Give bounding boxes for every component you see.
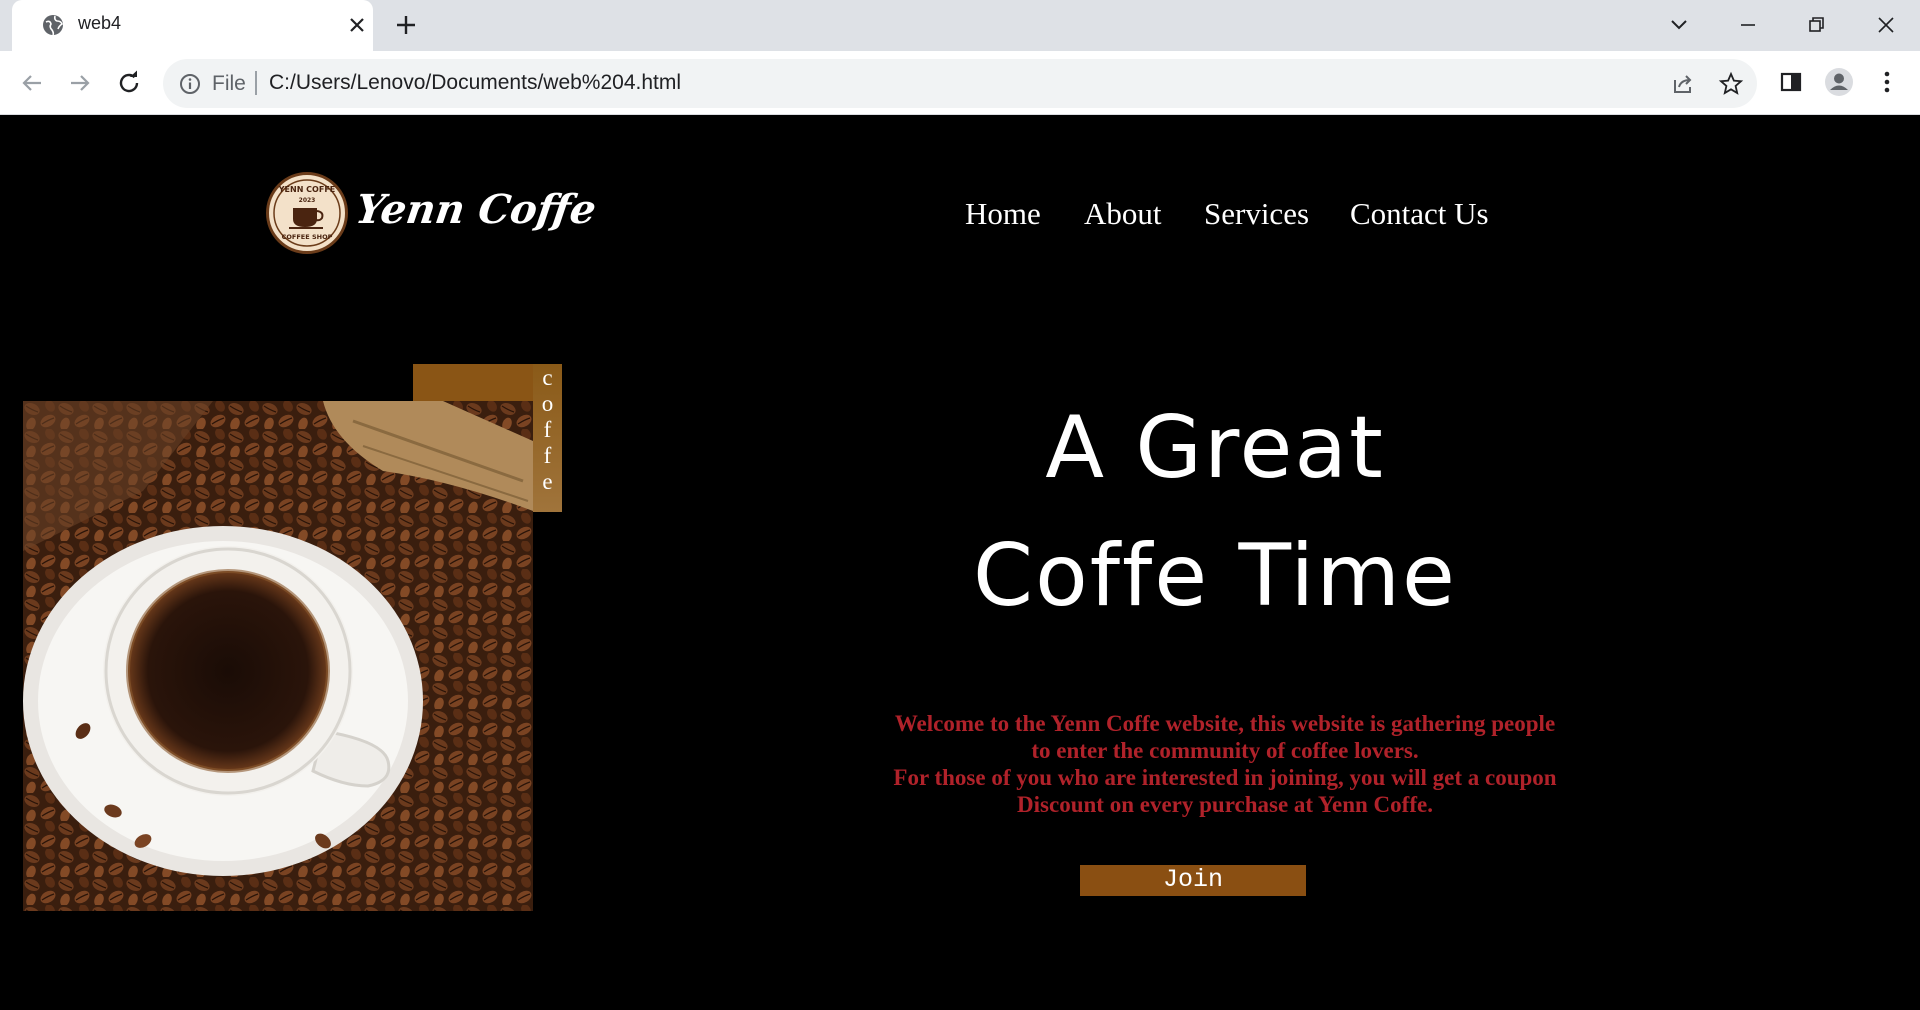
tab-title: web4 [78,13,122,33]
bookmark-star-icon[interactable] [1718,71,1744,97]
browser-tab[interactable]: web4 [12,0,373,51]
browser-tab-bar: web4 [0,0,1920,51]
tab-search-icon[interactable] [1664,10,1694,40]
coffee-cup-photo [23,401,533,911]
browser-toolbar: File C:/Users/Lenovo/Documents/web%204.h… [0,51,1920,115]
forward-arrow-icon[interactable] [64,67,96,99]
share-icon[interactable] [1670,71,1696,97]
logo-badge-year: 2023 [299,197,316,204]
nav-contact-us[interactable]: Contact Us [1350,196,1489,232]
nav-home[interactable]: Home [965,196,1041,232]
side-tag-letter: f [543,417,552,442]
join-button[interactable]: Join [1080,865,1306,896]
minimize-icon[interactable] [1733,10,1763,40]
close-window-icon[interactable] [1871,10,1901,40]
side-tag-letter: o [541,391,554,416]
file-scheme-label: File [212,72,246,95]
nav-services[interactable]: Services [1204,196,1309,232]
coffee-cup-logo-icon: YENN COFFE 2023 COFFEE SHOP [273,179,341,247]
hero-title-line-1: A Great [1045,398,1385,498]
side-tag-letter: f [543,443,552,468]
reload-icon[interactable] [113,67,145,99]
description-line: For those of you who are interested in j… [893,765,1557,790]
url-text[interactable]: C:/Users/Lenovo/Documents/web%204.html [269,71,681,95]
description-line: Welcome to the Yenn Coffe website, this … [894,711,1556,736]
address-bar[interactable]: File C:/Users/Lenovo/Documents/web%204.h… [163,59,1757,108]
back-arrow-icon[interactable] [16,67,48,99]
side-panel-icon[interactable] [1776,67,1806,97]
logo-badge-top-text: YENN COFFE [278,185,336,194]
profile-avatar-icon[interactable] [1824,67,1854,97]
description-line: Discount on every purchase at Yenn Coffe… [1017,792,1433,817]
side-tag-letter: e [542,469,553,494]
side-tag-letter: c [542,365,553,390]
menu-kebab-icon[interactable] [1872,67,1902,97]
nav-about[interactable]: About [1084,196,1162,232]
webpage: YENN COFFE 2023 COFFEE SHOP Yenn Coffe H… [0,116,1920,1010]
logo-badge-bottom-text: COFFEE SHOP [282,233,333,241]
globe-icon [43,15,63,36]
new-tab-icon[interactable] [393,12,419,38]
logo-badge[interactable]: YENN COFFE 2023 COFFEE SHOP [266,172,348,254]
hero-title-line-2: Coffe Time [973,526,1457,626]
welcome-description: Welcome to the Yenn Coffe website, this … [860,710,1590,818]
close-tab-icon[interactable] [345,13,369,37]
url-separator [255,71,257,95]
description-line: to enter the community of coffee lovers. [1031,738,1419,763]
restore-icon[interactable] [1801,10,1831,40]
info-icon[interactable] [178,72,202,96]
logo-text[interactable]: Yenn Coffe [353,186,599,233]
